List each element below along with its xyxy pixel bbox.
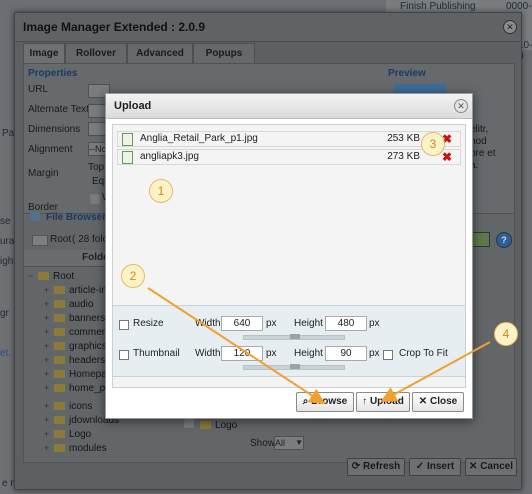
arrow-to-upload xyxy=(380,341,491,402)
callout-badge: 3 xyxy=(421,132,445,156)
arrow-to-browse xyxy=(147,287,326,405)
callout-badge: 1 xyxy=(149,179,173,203)
annotation-arrows xyxy=(147,287,491,405)
callout-badge: 2 xyxy=(121,264,145,288)
callout-badge: 4 xyxy=(494,322,518,346)
